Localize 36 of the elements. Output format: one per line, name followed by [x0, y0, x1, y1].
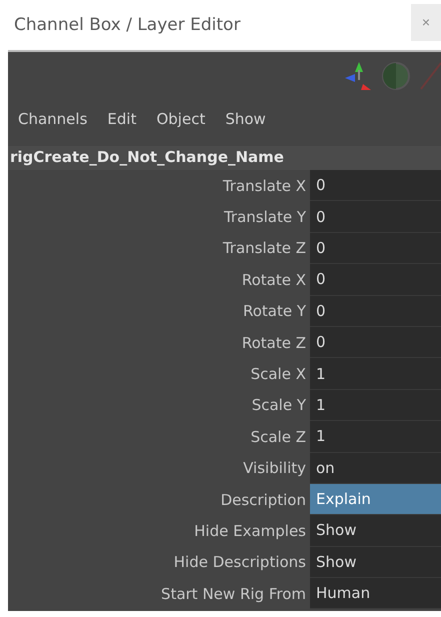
- channel-value[interactable]: 0: [310, 326, 441, 358]
- channel-label[interactable]: Scale Z: [8, 428, 310, 446]
- channel-label[interactable]: Translate X: [8, 176, 310, 195]
- channel-label[interactable]: Rotate Z: [8, 334, 310, 352]
- channel-value[interactable]: 1: [310, 390, 441, 422]
- channel-value[interactable]: Human: [310, 578, 441, 610]
- channel-label[interactable]: Rotate X: [8, 270, 310, 289]
- channel-value[interactable]: 0: [310, 232, 441, 264]
- channel-label[interactable]: Rotate Y: [8, 302, 310, 320]
- axis-gizmo-icon[interactable]: [343, 60, 373, 92]
- channel-label[interactable]: Scale X: [8, 365, 310, 384]
- window-title: Channel Box / Layer Editor: [13, 15, 240, 35]
- channel-label[interactable]: Translate Y: [8, 208, 310, 226]
- channel-label[interactable]: Visibility: [8, 459, 310, 478]
- channel-value[interactable]: 0: [310, 296, 441, 327]
- channel-value[interactable]: 1: [310, 421, 441, 453]
- channel-value[interactable]: Show: [310, 546, 441, 578]
- channel-label[interactable]: Hide Examples: [8, 522, 310, 540]
- channel-value[interactable]: 0: [310, 201, 441, 233]
- menu-item[interactable]: Channels: [18, 110, 88, 128]
- menu-item[interactable]: Show: [225, 110, 266, 128]
- channel-value[interactable]: Explain: [310, 484, 441, 516]
- channel-label[interactable]: Translate Z: [8, 239, 310, 258]
- menu-item[interactable]: Edit: [107, 110, 136, 128]
- channel-value[interactable]: Show: [310, 515, 441, 547]
- channel-label[interactable]: Description: [8, 490, 310, 509]
- channel-label[interactable]: Hide Descriptions: [8, 553, 310, 572]
- channel-value[interactable]: on: [310, 452, 441, 484]
- channel-label[interactable]: Start New Rig From: [8, 584, 310, 603]
- channel-value[interactable]: 0: [310, 264, 441, 296]
- channel-value[interactable]: 1: [310, 358, 441, 390]
- channel-value[interactable]: 0: [310, 170, 441, 202]
- menu-item[interactable]: Object: [156, 110, 206, 128]
- object-name: rigCreate_Do_Not_Change_Name: [8, 146, 441, 170]
- circle-icon[interactable]: [381, 61, 411, 91]
- channel-label[interactable]: Scale Y: [8, 396, 310, 414]
